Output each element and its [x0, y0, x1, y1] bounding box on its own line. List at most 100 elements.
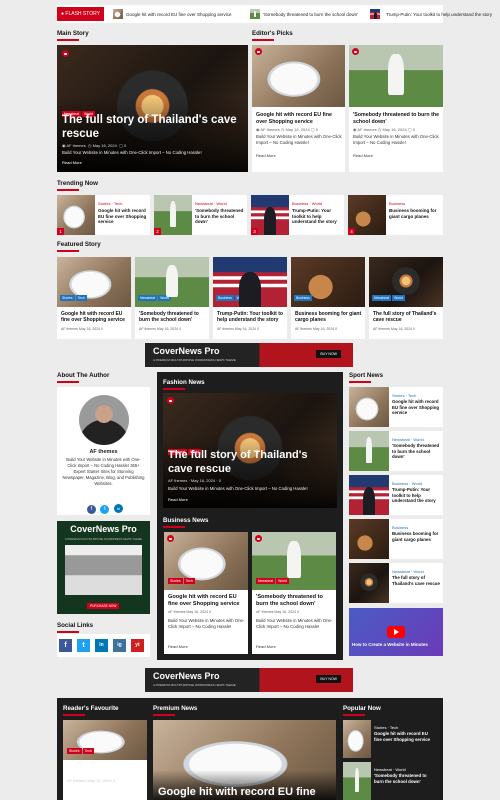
- premium-card[interactable]: Google hit with record EU fine over: [153, 720, 336, 800]
- post-category[interactable]: Newsbeat · World: [195, 201, 227, 206]
- post-title[interactable]: 'Somebody threatened to burn the school …: [353, 112, 439, 125]
- post-category[interactable]: Stories · Tech: [374, 725, 398, 730]
- post-category[interactable]: Newsbeat · World: [374, 767, 406, 772]
- fashion-card[interactable]: Newsbeat World The full story of Thailand…: [163, 393, 337, 508]
- post-title[interactable]: Trump-Putin: Your toolkit to help unders…: [217, 311, 285, 324]
- editors-pick-card[interactable]: 'Somebody threatened to burn the school …: [349, 45, 443, 172]
- read-more-link[interactable]: Read More: [168, 497, 188, 502]
- post-title[interactable]: 'Somebody threatened to burn the school …: [392, 443, 442, 460]
- tag-badge[interactable]: Newsbeat: [138, 295, 158, 301]
- sport-item[interactable]: Stories · Tech Google hit with record EU …: [349, 387, 443, 427]
- ticker-item[interactable]: Google hit with record EU fine over Shop…: [126, 12, 232, 17]
- post-title[interactable]: Business booming for giant cargo planes: [389, 208, 441, 219]
- post-category[interactable]: Newsbeat · World: [392, 437, 424, 442]
- post-title[interactable]: Google hit with record EU fine over Shop…: [168, 594, 246, 608]
- fashion-title[interactable]: The full story of Thailand's cave rescue: [168, 449, 333, 477]
- tag-badge[interactable]: Business: [216, 295, 234, 301]
- post-title[interactable]: Google hit with record EU fine over Shop…: [61, 311, 129, 324]
- post-title[interactable]: 'Somebody threatened to burn the school …: [195, 208, 245, 225]
- post-title[interactable]: Google hit with record EU fine over Shop…: [374, 731, 434, 742]
- trending-item[interactable]: 2 Newsbeat · World 'Somebody threatened …: [154, 195, 247, 235]
- featured-card[interactable]: Newsbeat World 'Somebody threatened to bu…: [135, 257, 209, 339]
- popular-item[interactable]: Stories · Tech Google hit with record EU …: [343, 720, 437, 758]
- tag-badge[interactable]: Business: [294, 295, 312, 301]
- tag-badge[interactable]: World: [234, 295, 248, 301]
- tag-badge[interactable]: Stories: [67, 748, 82, 754]
- read-more-link[interactable]: Read More: [168, 644, 188, 649]
- tag-badge[interactable]: Stories: [168, 578, 183, 584]
- read-more-link[interactable]: Read More: [62, 160, 82, 165]
- post-category[interactable]: Business: [389, 201, 405, 206]
- video-embed[interactable]: How to Create a Website in Minutes: [349, 608, 443, 656]
- tag-badge[interactable]: Tech: [82, 748, 94, 754]
- read-more-link[interactable]: Read More: [256, 153, 276, 158]
- sport-item[interactable]: Business · World Trump-Putin: Your toolki…: [349, 475, 443, 515]
- readers-card[interactable]: Stories Tech Google hit with record EU fi…: [63, 720, 147, 800]
- trending-item[interactable]: 4 Business Business booming for giant ca…: [348, 195, 443, 235]
- post-category[interactable]: Business: [392, 525, 408, 530]
- read-more-link[interactable]: Read More: [353, 153, 373, 158]
- post-category[interactable]: Stories · Tech: [98, 201, 122, 206]
- post-meta: AF themes May 16, 2024 0: [67, 778, 116, 783]
- post-category[interactable]: Business · World: [292, 201, 322, 206]
- trending-item[interactable]: 1 Stories · Tech Google hit with record …: [57, 195, 150, 235]
- post-title[interactable]: Business booming for giant cargo planes: [392, 531, 442, 542]
- play-icon[interactable]: [387, 626, 405, 638]
- ticker-item[interactable]: Trump-Putin: Your toolkit to help unders…: [386, 12, 492, 17]
- post-category[interactable]: Stories · Tech: [392, 393, 416, 398]
- featured-card[interactable]: Newsbeat World The full story of Thailand…: [369, 257, 443, 339]
- ad-banner[interactable]: CoverNews Pro A PREMIUM MULTIPURPOSE WOR…: [145, 668, 353, 692]
- ad-banner[interactable]: CoverNews Pro A PREMIUM MULTIPURPOSE WOR…: [145, 343, 353, 367]
- ticker-item[interactable]: 'Somebody threatened to burn the school …: [263, 12, 358, 17]
- tag-badge[interactable]: World: [158, 295, 171, 301]
- tag-badge[interactable]: Newsbeat: [372, 295, 392, 301]
- post-title[interactable]: Google hit with record EU fine over Shop…: [67, 763, 145, 776]
- twitter-icon[interactable]: t: [100, 505, 110, 514]
- read-more-link[interactable]: Read More: [256, 644, 276, 649]
- post-title[interactable]: Trump-Putin: Your toolkit to help unders…: [392, 487, 442, 504]
- tag-badge[interactable]: Tech: [75, 295, 87, 301]
- purchase-now-button[interactable]: PURCHASE NOW: [87, 603, 120, 609]
- facebook-icon[interactable]: f: [87, 505, 96, 514]
- tag-badge[interactable]: Stories: [60, 295, 75, 301]
- post-title[interactable]: The full story of Thailand's cave rescue: [392, 575, 442, 586]
- post-category[interactable]: Business · World: [392, 481, 422, 486]
- post-title[interactable]: Google hit with record EU fine over Shop…: [392, 399, 442, 416]
- post-title[interactable]: Google hit with record EU fine over Shop…: [256, 112, 342, 125]
- popular-item[interactable]: Newsbeat · World 'Somebody threatened to …: [343, 762, 437, 800]
- main-story-card[interactable]: Newsbeat World The full story of Thailand…: [57, 45, 248, 172]
- twitter-icon[interactable]: t: [77, 639, 90, 652]
- sport-item[interactable]: Business Business booming for giant cargo…: [349, 519, 443, 559]
- post-title[interactable]: Business booming for giant cargo planes: [295, 311, 363, 324]
- tag-badge[interactable]: Newsbeat: [256, 578, 276, 584]
- post-title[interactable]: Google hit with record EU fine over Shop…: [98, 208, 148, 225]
- featured-card[interactable]: Business Business booming for giant carg…: [291, 257, 365, 339]
- buy-now-button[interactable]: BUY NOW: [316, 350, 341, 358]
- featured-card[interactable]: Stories Tech Google hit with record EU fi…: [57, 257, 131, 339]
- tag-badge[interactable]: Tech: [183, 578, 195, 584]
- post-title[interactable]: 'Somebody threatened to burn the school …: [256, 594, 334, 608]
- featured-card[interactable]: Business World Trump-Putin: Your toolkit …: [213, 257, 287, 339]
- editors-pick-card[interactable]: Google hit with record EU fine over Shop…: [252, 45, 345, 172]
- post-title[interactable]: The full story of Thailand's cave rescue: [373, 311, 441, 324]
- business-card[interactable]: Newsbeat World 'Somebody threatened to bu…: [252, 532, 336, 654]
- instagram-icon[interactable]: ig: [113, 639, 126, 652]
- youtube-icon[interactable]: yt: [131, 639, 144, 652]
- linkedin-icon[interactable]: in: [113, 504, 123, 513]
- sport-item[interactable]: Newsbeat · World The full story of Thaila…: [349, 563, 443, 603]
- post-title[interactable]: Trump-Putin: Your toolkit to help unders…: [292, 208, 342, 225]
- main-story-title[interactable]: The full story of Thailand's cave rescue: [62, 113, 242, 142]
- tag-badge[interactable]: World: [276, 578, 289, 584]
- linkedin-icon[interactable]: in: [95, 639, 108, 652]
- post-category[interactable]: Newsbeat · World: [392, 569, 424, 574]
- business-card[interactable]: Stories Tech Google hit with record EU fi…: [164, 532, 248, 654]
- trending-item[interactable]: 3 Business · World Trump-Putin: Your too…: [251, 195, 344, 235]
- facebook-icon[interactable]: f: [59, 639, 72, 652]
- premium-title[interactable]: Google hit with record EU fine over: [158, 786, 336, 800]
- sport-item[interactable]: Newsbeat · World 'Somebody threatened to …: [349, 431, 443, 471]
- tag-badge[interactable]: World: [392, 295, 405, 301]
- post-title[interactable]: 'Somebody threatened to burn the school …: [374, 773, 434, 784]
- buy-now-button[interactable]: BUY NOW: [316, 675, 341, 683]
- side-ad[interactable]: CoverNews Pro A PREMIUM MULTIPURPOSE WOR…: [57, 521, 150, 614]
- post-title[interactable]: 'Somebody threatened to burn the school …: [139, 311, 207, 324]
